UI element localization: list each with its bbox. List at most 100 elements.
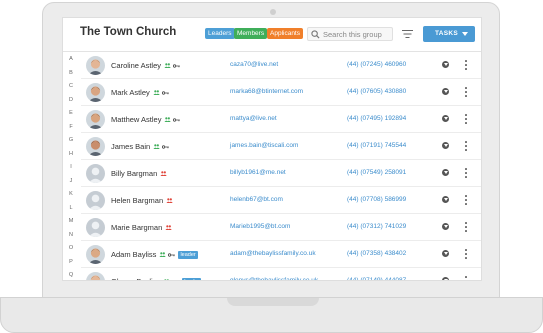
list-item[interactable]: Adam Bayliss leader adam@thebaylissfamil… bbox=[81, 241, 481, 268]
filter-members-chip[interactable]: Members bbox=[234, 28, 268, 39]
member-email-link[interactable]: glenys@thebaylissfamily.co.uk bbox=[230, 277, 318, 280]
more-options-icon[interactable] bbox=[464, 141, 468, 151]
list-item[interactable]: Billy Bargman billyb1961@me.net (44) (07… bbox=[81, 160, 481, 187]
alphabet-letter-b[interactable]: B bbox=[63, 70, 79, 76]
alphabet-letter-e[interactable]: E bbox=[63, 110, 79, 116]
alphabet-letter-m[interactable]: M bbox=[63, 218, 79, 224]
avatar[interactable] bbox=[86, 218, 105, 237]
alphabet-letter-a[interactable]: A bbox=[63, 56, 79, 62]
alphabet-letter-q[interactable]: Q bbox=[63, 272, 79, 278]
avatar[interactable] bbox=[86, 137, 105, 156]
member-phone-link[interactable]: (44) (07245) 460960 bbox=[347, 61, 406, 68]
member-phone-link[interactable]: (44) (07358) 438402 bbox=[347, 250, 406, 257]
alphabet-letter-n[interactable]: N bbox=[63, 232, 79, 238]
member-name-cell[interactable]: Adam Bayliss leader bbox=[111, 250, 198, 259]
member-name[interactable]: Caroline Astley bbox=[111, 61, 161, 70]
row-action-button[interactable] bbox=[442, 250, 449, 257]
member-phone-link[interactable]: (44) (07549) 258091 bbox=[347, 169, 406, 176]
alphabet-letter-g[interactable]: G bbox=[63, 137, 79, 143]
more-options-icon[interactable] bbox=[464, 249, 468, 259]
avatar[interactable] bbox=[86, 191, 105, 210]
row-action-button[interactable] bbox=[442, 196, 449, 203]
row-action-button[interactable] bbox=[442, 142, 449, 149]
list-item[interactable]: Glenys Bayliss leader glenys@thebaylissf… bbox=[81, 268, 481, 280]
filter-leaders-chip[interactable]: Leaders bbox=[205, 28, 235, 39]
avatar[interactable] bbox=[86, 56, 105, 75]
member-name[interactable]: Glenys Bayliss bbox=[111, 277, 160, 280]
list-item[interactable]: James Bain james.bain@tiscali.com (44) (… bbox=[81, 133, 481, 160]
member-name-cell[interactable]: Billy Bargman bbox=[111, 169, 168, 178]
member-name-cell[interactable]: Caroline Astley bbox=[111, 61, 180, 70]
member-name[interactable]: James Bain bbox=[111, 142, 150, 151]
row-action-button[interactable] bbox=[442, 223, 449, 230]
filter-applicants-chip[interactable]: Applicants bbox=[267, 28, 303, 39]
member-name[interactable]: Marie Bargman bbox=[111, 223, 162, 232]
member-name-cell[interactable]: Mark Astley bbox=[111, 88, 169, 97]
member-phone-link[interactable]: (44) (07149) 444087 bbox=[347, 277, 406, 280]
alphabet-letter-p[interactable]: P bbox=[63, 259, 79, 265]
people-icon bbox=[160, 171, 168, 176]
member-name-cell[interactable]: James Bain bbox=[111, 142, 170, 151]
member-email-link[interactable]: mattya@live.net bbox=[230, 115, 277, 122]
member-name[interactable]: Billy Bargman bbox=[111, 169, 157, 178]
more-options-icon[interactable] bbox=[464, 87, 468, 97]
alphabet-letter-l[interactable]: L bbox=[63, 205, 79, 211]
avatar[interactable] bbox=[86, 245, 105, 264]
alphabet-letter-d[interactable]: D bbox=[63, 97, 79, 103]
member-email-link[interactable]: helenb67@bt.com bbox=[230, 196, 283, 203]
more-options-icon[interactable] bbox=[464, 168, 468, 178]
alphabet-letter-f[interactable]: F bbox=[63, 124, 79, 130]
row-action-button[interactable] bbox=[442, 61, 449, 68]
row-action-button[interactable] bbox=[442, 88, 449, 95]
alphabet-letter-j[interactable]: J bbox=[63, 178, 79, 184]
member-name[interactable]: Matthew Astley bbox=[111, 115, 161, 124]
more-options-icon[interactable] bbox=[464, 195, 468, 205]
list-item[interactable]: Marie Bargman Marieb1995@bt.com (44) (07… bbox=[81, 214, 481, 241]
avatar[interactable] bbox=[86, 110, 105, 129]
list-item[interactable]: Mark Astley marka68@btinternet.com (44) … bbox=[81, 79, 481, 106]
row-action-button[interactable] bbox=[442, 277, 449, 280]
more-options-icon[interactable] bbox=[464, 114, 468, 124]
list-item[interactable]: Caroline Astley caza70@live.net (44) (07… bbox=[81, 52, 481, 79]
member-name[interactable]: Mark Astley bbox=[111, 88, 150, 97]
row-action-button[interactable] bbox=[442, 115, 449, 122]
member-name-cell[interactable]: Matthew Astley bbox=[111, 115, 181, 124]
tasks-button[interactable]: TASKS bbox=[423, 26, 475, 42]
member-name-cell[interactable]: Glenys Bayliss leader bbox=[111, 277, 202, 280]
sort-icon[interactable] bbox=[402, 29, 413, 39]
avatar[interactable] bbox=[86, 83, 105, 102]
search-input[interactable] bbox=[323, 28, 391, 40]
member-phone-link[interactable]: (44) (07191) 745544 bbox=[347, 142, 406, 149]
alphabet-letter-h[interactable]: H bbox=[63, 151, 79, 157]
member-name-cell[interactable]: Marie Bargman bbox=[111, 223, 173, 232]
more-options-icon[interactable] bbox=[464, 60, 468, 70]
member-name[interactable]: Helen Bargman bbox=[111, 196, 163, 205]
alphabet-letter-c[interactable]: C bbox=[63, 83, 79, 89]
people-icon bbox=[164, 63, 171, 68]
alphabet-letter-k[interactable]: K bbox=[63, 191, 79, 197]
member-email-link[interactable]: james.bain@tiscali.com bbox=[230, 142, 298, 149]
alphabet-letter-o[interactable]: O bbox=[63, 245, 79, 251]
member-name-cell[interactable]: Helen Bargman bbox=[111, 196, 173, 205]
member-phone-link[interactable]: (44) (07312) 741029 bbox=[347, 223, 406, 230]
avatar[interactable] bbox=[86, 164, 105, 183]
member-email-link[interactable]: adam@thebaylissfamily.co.uk bbox=[230, 250, 316, 257]
alphabet-letter-i[interactable]: I bbox=[63, 164, 79, 170]
avatar[interactable] bbox=[86, 272, 105, 280]
list-item[interactable]: Helen Bargman helenb67@bt.com (44) (0770… bbox=[81, 187, 481, 214]
search-box[interactable] bbox=[307, 27, 393, 41]
member-phone-link[interactable]: (44) (07605) 430880 bbox=[347, 88, 406, 95]
member-phone-link[interactable]: (44) (07708) 586999 bbox=[347, 196, 406, 203]
list-item[interactable]: Matthew Astley mattya@live.net (44) (074… bbox=[81, 106, 481, 133]
people-icon bbox=[159, 252, 167, 257]
key-icon bbox=[173, 117, 181, 122]
member-email-link[interactable]: caza70@live.net bbox=[230, 61, 278, 68]
more-options-icon[interactable] bbox=[464, 222, 468, 232]
member-email-link[interactable]: marka68@btinternet.com bbox=[230, 88, 303, 95]
member-email-link[interactable]: Marieb1995@bt.com bbox=[230, 223, 290, 230]
row-action-button[interactable] bbox=[442, 169, 449, 176]
member-phone-link[interactable]: (44) (07495) 192894 bbox=[347, 115, 406, 122]
more-options-icon[interactable] bbox=[464, 276, 468, 280]
member-name[interactable]: Adam Bayliss bbox=[111, 250, 156, 259]
member-email-link[interactable]: billyb1961@me.net bbox=[230, 169, 286, 176]
